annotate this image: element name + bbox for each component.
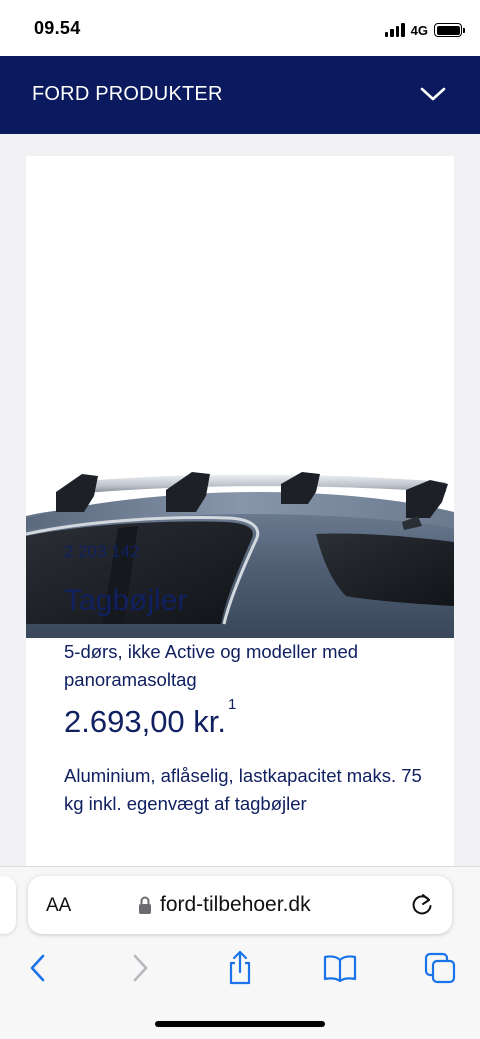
product-title[interactable]: Tagbøjler (64, 584, 187, 618)
status-bar: 09.54 4G (0, 0, 480, 56)
ford-products-header[interactable]: FORD PRODUKTER (0, 56, 480, 134)
product-card[interactable]: 2 203 142 Tagbøjler 5-dørs, ikke Active … (26, 156, 454, 876)
bookmarks-button[interactable] (318, 946, 362, 990)
text-size-button[interactable]: AA (46, 895, 71, 917)
part-number: 2 203 142 (64, 542, 140, 561)
page: 09.54 4G FORD PRODUKTER 2 203 142 Tagbøj… (0, 0, 480, 1039)
text-size-label: AA (46, 895, 72, 916)
price-value: 2.693,00 kr. (64, 704, 227, 739)
header-title: FORD PRODUKTER (32, 83, 223, 105)
url-text: ford-tilbehoer.dk (160, 893, 311, 916)
tabs-button[interactable] (418, 946, 462, 990)
back-icon (30, 954, 45, 982)
back-button[interactable] (16, 946, 60, 990)
share-button[interactable] (218, 946, 262, 990)
product-subtitle: 5-dørs, ikke Active og modeller med pano… (64, 641, 359, 690)
bookmarks-icon (323, 955, 357, 983)
lock-icon (139, 896, 151, 914)
home-indicator[interactable] (155, 1021, 325, 1027)
address-bar[interactable]: AA ford-tilbehoer.dk (28, 876, 452, 934)
network-label: 4G (410, 22, 428, 38)
price-footnote: 1 (228, 695, 237, 713)
forward-button[interactable] (118, 946, 162, 990)
status-indicators: 4G (384, 20, 465, 40)
tabs-icon (424, 952, 456, 984)
product-description: Aluminium, aflåselig, lastkapacitet maks… (64, 765, 422, 814)
product-price: 2.693,00 kr. 1 (64, 696, 236, 740)
reload-icon[interactable] (410, 892, 434, 918)
share-icon (229, 950, 251, 985)
battery-icon (434, 23, 465, 37)
chevron-down-icon[interactable] (420, 84, 446, 104)
status-time: 09.54 (34, 18, 81, 38)
url-field[interactable]: ford-tilbehoer.dk (138, 893, 311, 917)
previous-tab-edge[interactable] (0, 876, 16, 934)
signal-icon (384, 23, 405, 37)
browser-nav-bar (0, 946, 480, 990)
forward-icon (133, 954, 148, 982)
